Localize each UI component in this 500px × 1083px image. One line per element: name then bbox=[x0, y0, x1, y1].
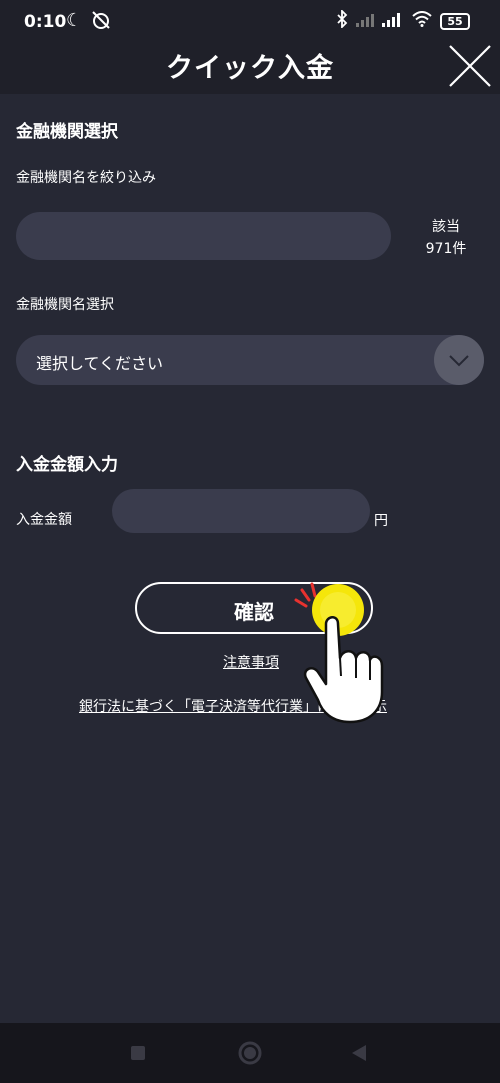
close-button[interactable] bbox=[446, 42, 494, 90]
match-count-value: 971件 bbox=[425, 241, 467, 257]
amount-label: 入金金額 bbox=[16, 512, 72, 528]
bluetooth-icon bbox=[336, 8, 348, 32]
nav-square-icon[interactable] bbox=[131, 1046, 145, 1060]
alarm-off-icon bbox=[90, 10, 112, 35]
match-count-label: 該当 bbox=[432, 219, 460, 235]
status-icons: 55 bbox=[336, 8, 470, 32]
bank-filter-input[interactable] bbox=[16, 212, 391, 260]
moon-icon: ☾ bbox=[66, 10, 83, 31]
chevron-down-icon[interactable] bbox=[434, 335, 484, 385]
close-icon bbox=[449, 45, 491, 87]
bank-select-label: 金融機関名選択 bbox=[16, 297, 114, 313]
bank-select-value: 選択してください bbox=[36, 354, 164, 373]
app-header: クイック入金 bbox=[0, 38, 500, 94]
bank-section-title: 金融機関選択 bbox=[16, 122, 118, 142]
nav-circle-icon[interactable] bbox=[238, 1041, 262, 1065]
system-nav-bar bbox=[0, 1023, 500, 1083]
wifi-icon bbox=[412, 11, 432, 31]
notes-link[interactable]: 注意事項 bbox=[223, 652, 279, 672]
status-time: 0:10 bbox=[24, 12, 67, 32]
battery-icon: 55 bbox=[440, 12, 470, 30]
tap-hand-icon bbox=[284, 580, 394, 730]
bank-filter-label: 金融機関名を絞り込み bbox=[16, 170, 156, 186]
bank-select-dropdown[interactable]: 選択してください bbox=[16, 335, 484, 385]
nav-back-icon[interactable] bbox=[352, 1045, 366, 1061]
page-title: クイック入金 bbox=[166, 53, 334, 84]
amount-section-title: 入金金額入力 bbox=[16, 455, 118, 475]
match-count: 該当 971件 bbox=[414, 216, 478, 260]
amount-unit: 円 bbox=[374, 513, 388, 529]
amount-input[interactable] bbox=[112, 489, 370, 533]
signal-icon bbox=[356, 11, 404, 31]
